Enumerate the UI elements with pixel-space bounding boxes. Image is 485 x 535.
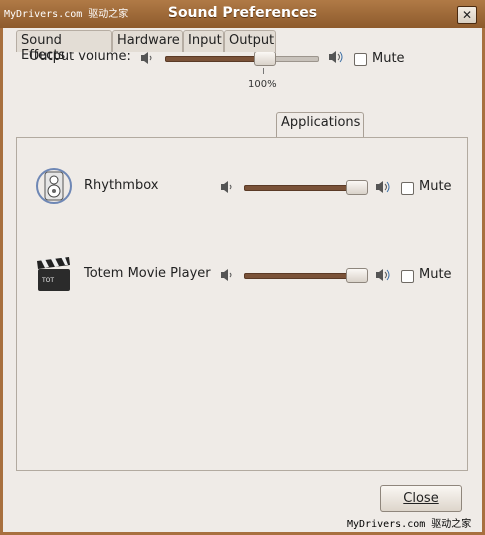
window-content: Output volume: 100% Mute Sound Effects H… (3, 28, 482, 532)
volume-percent-label: 100% (248, 79, 277, 90)
svg-text:TOT: TOT (41, 277, 54, 284)
rhythmbox-volume-slider[interactable] (244, 180, 368, 195)
applications-panel: Rhythmbox Mute TOT Totem Movie Player Mu… (16, 137, 468, 471)
output-mute-checkbox[interactable] (354, 53, 367, 66)
titlebar[interactable]: MyDrivers.com 驱动之家 Sound Preferences ✕ (0, 0, 485, 28)
slider-thumb[interactable] (254, 51, 276, 66)
app-name-rhythmbox: Rhythmbox (84, 178, 159, 193)
output-mute-label[interactable]: Mute (372, 51, 405, 66)
totem-volume-slider[interactable] (244, 268, 368, 283)
close-button-label: Close (403, 491, 439, 506)
close-button[interactable]: Close (380, 485, 462, 512)
volume-low-icon (221, 181, 232, 193)
volume-low-icon (221, 269, 232, 281)
volume-high-icon (329, 51, 343, 63)
clapperboard-icon: TOT (37, 257, 70, 291)
totem-mute-label[interactable]: Mute (419, 267, 452, 282)
slider-fill (165, 56, 265, 62)
tab-output[interactable]: Output (224, 30, 276, 52)
tab-sound-effects[interactable]: Sound Effects (16, 30, 112, 63)
window-close-button[interactable]: ✕ (457, 6, 477, 24)
close-icon: ✕ (461, 8, 473, 22)
volume-high-icon (376, 269, 390, 281)
watermark-bottom: MyDrivers.com 驱动之家 (347, 519, 472, 530)
hundred-percent-tick (263, 68, 264, 74)
volume-high-icon (376, 181, 390, 193)
rhythmbox-mute-label[interactable]: Mute (419, 179, 452, 194)
slider-thumb[interactable] (346, 180, 368, 195)
totem-mute-checkbox[interactable] (401, 270, 414, 283)
output-volume-slider[interactable] (165, 51, 319, 66)
volume-low-icon (141, 52, 152, 64)
tab-input[interactable]: Input (183, 30, 224, 52)
tab-hardware[interactable]: Hardware (112, 30, 183, 52)
rhythmbox-mute-checkbox[interactable] (401, 182, 414, 195)
app-name-totem: Totem Movie Player (84, 266, 211, 281)
window-title: Sound Preferences (167, 5, 318, 21)
slider-thumb[interactable] (346, 268, 368, 283)
tab-applications[interactable]: Applications (276, 112, 364, 138)
speaker-app-icon (36, 168, 72, 204)
sound-preferences-window: MyDrivers.com 驱动之家 Sound Preferences ✕ O… (0, 0, 485, 535)
